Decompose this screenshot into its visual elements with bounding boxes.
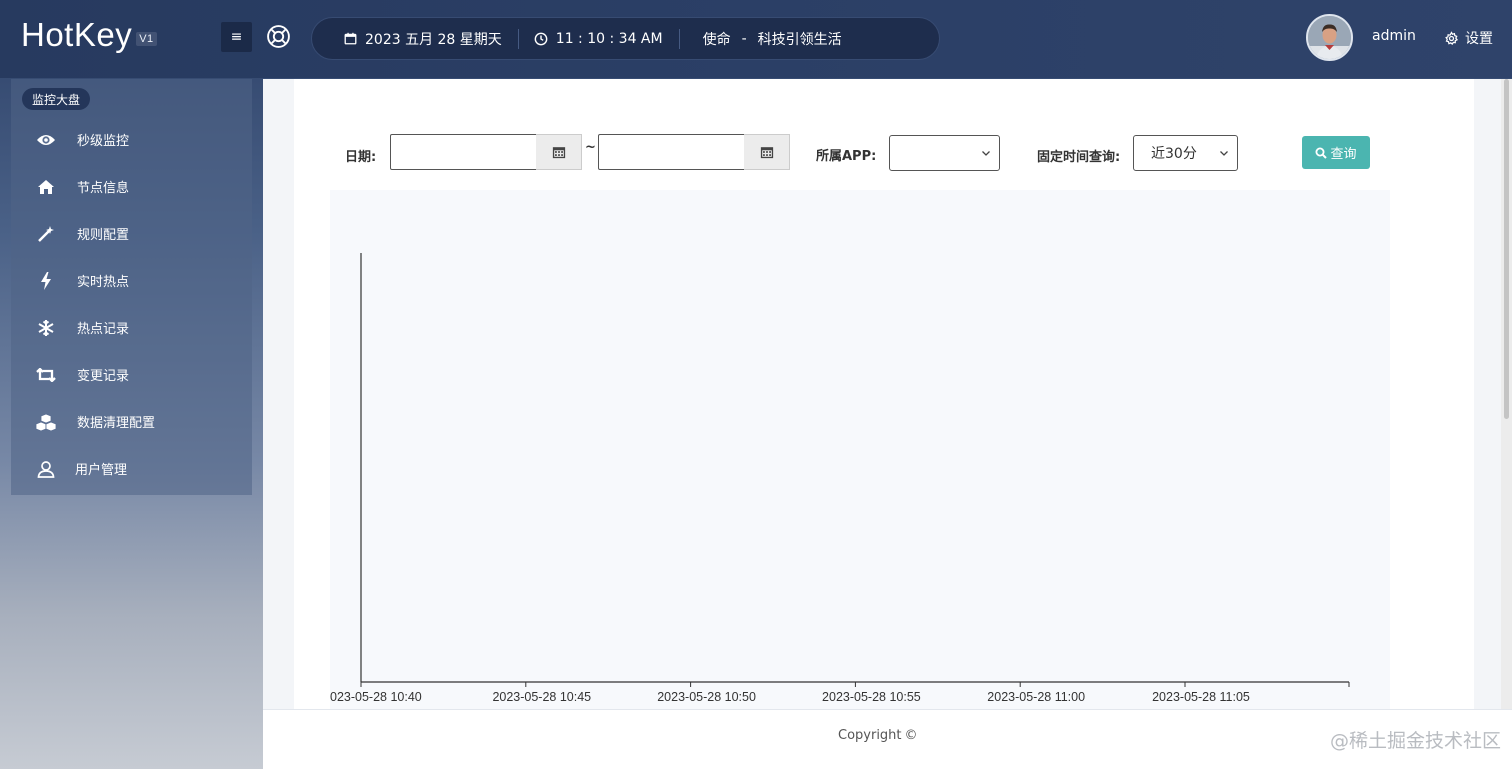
app-select[interactable]	[889, 135, 1000, 171]
version-badge: V1	[136, 32, 157, 46]
username-label[interactable]: admin	[1372, 28, 1416, 44]
sidebar-item-label: 实时热点	[77, 275, 130, 290]
x-tick-label: 2023-05-28 10:50	[657, 690, 756, 704]
clock-icon	[534, 32, 548, 45]
avatar-image	[1308, 16, 1351, 59]
sidebar-item-data-cleanup[interactable]: 数据清理配置	[11, 398, 252, 445]
sidebar-item-label: 规则配置	[77, 228, 130, 243]
sidebar-item-user-management[interactable]: 用户管理	[11, 445, 252, 492]
user-icon	[34, 457, 58, 481]
sidebar-item-label: 节点信息	[77, 181, 130, 196]
time-text: 11 : 10 : 34 AM	[555, 30, 663, 47]
sidebar-item-label: 热点记录	[77, 322, 130, 337]
settings-label: 设置	[1465, 31, 1493, 47]
settings-button[interactable]: 设置	[1444, 28, 1493, 48]
app-label: 所属APP:	[816, 149, 877, 164]
calendar-icon	[344, 32, 357, 45]
x-tick-label: 2023-05-28 10:55	[822, 690, 921, 704]
search-icon	[1315, 147, 1328, 159]
calendar-icon	[760, 147, 773, 159]
start-date-picker-button[interactable]	[536, 134, 582, 170]
date-label: 日期:	[345, 150, 377, 165]
lightning-icon	[34, 269, 58, 293]
sidebar-item-label: 用户管理	[75, 463, 128, 478]
x-tick-label: 2023-05-28 11:00	[987, 690, 1085, 704]
sidebar-item-realtime-hotspot[interactable]: 实时热点	[11, 257, 252, 304]
sidebar-item-change-records[interactable]: 变更记录	[11, 351, 252, 398]
watermark: @稀土掘金技术社区	[1330, 730, 1502, 752]
top-bar: HotKey V1 ≡ 2023 五月 28 星期天 11 : 10 : 34 A…	[0, 0, 1512, 78]
end-date-picker-button[interactable]	[744, 134, 790, 170]
help-button[interactable]	[266, 24, 291, 49]
query-button[interactable]: 查询	[1302, 136, 1370, 169]
scrollbar-thumb[interactable]	[1504, 79, 1509, 419]
date-range-separator: ~	[585, 140, 596, 155]
fixed-time-value: 近30分	[1151, 146, 1197, 162]
menu-icon: ≡	[230, 29, 243, 45]
magic-wand-icon	[34, 222, 58, 246]
sidebar-item-node-info[interactable]: 节点信息	[11, 163, 252, 210]
start-date-input[interactable]	[390, 134, 537, 170]
time-display: 11 : 10 : 34 AM	[519, 18, 679, 59]
home-icon	[34, 175, 58, 199]
retweet-icon	[34, 363, 58, 387]
sidebar: 监控大盘 秒级监控 节点信息 规则配置 实时热点 热点记录 变更记录 数据清理配…	[11, 79, 252, 495]
copyright-icon: ©	[904, 728, 918, 743]
vertical-scrollbar[interactable]	[1501, 79, 1512, 709]
sidebar-toggle-button[interactable]: ≡	[221, 22, 252, 52]
copyright-label: Copyright	[838, 728, 902, 743]
x-axis-ticks: 023-05-28 10:40 2023-05-28 10:45 2023-05-2…	[330, 682, 1350, 704]
end-date-input[interactable]	[598, 134, 745, 170]
logo-text: HotKey	[21, 16, 133, 53]
fixed-time-label: 固定时间查询:	[1037, 150, 1121, 165]
cubes-icon	[34, 410, 58, 434]
date-text: 2023 五月 28 星期天	[365, 31, 502, 48]
chart-area: 023-05-28 10:40 2023-05-28 10:45 2023-05-2…	[330, 190, 1390, 710]
chevron-down-icon	[982, 151, 990, 156]
lifebuoy-icon	[267, 25, 290, 48]
sidebar-item-rule-config[interactable]: 规则配置	[11, 210, 252, 257]
query-label: 查询	[1330, 147, 1357, 162]
snowflake-icon	[34, 316, 58, 340]
app-logo[interactable]: HotKey V1	[21, 16, 157, 54]
gear-icon	[1445, 30, 1459, 45]
x-tick-label: 023-05-28 10:40	[330, 690, 422, 704]
x-tick-label: 2023-05-28 10:45	[492, 690, 591, 704]
sidebar-item-label: 数据清理配置	[77, 416, 156, 431]
fixed-time-select[interactable]: 近30分	[1133, 135, 1238, 171]
motto-label: 使命	[702, 31, 731, 48]
sidebar-item-hotspot-records[interactable]: 热点记录	[11, 304, 252, 351]
sidebar-header[interactable]: 监控大盘	[22, 88, 91, 110]
date-display: 2023 五月 28 星期天	[312, 18, 518, 59]
info-bar: 2023 五月 28 星期天 11 : 10 : 34 AM 使命 - 科技引领…	[311, 17, 940, 60]
sidebar-item-label: 秒级监控	[77, 134, 130, 149]
calendar-icon	[552, 147, 565, 159]
motto-display: 使命 - 科技引领生活	[680, 18, 842, 59]
x-tick-label: 2023-05-28 11:05	[1152, 690, 1250, 704]
chevron-down-icon	[1220, 151, 1228, 156]
eye-icon	[34, 128, 58, 152]
sidebar-item-second-monitor[interactable]: 秒级监控	[11, 116, 252, 163]
sidebar-item-label: 变更记录	[77, 369, 130, 384]
avatar[interactable]	[1306, 14, 1353, 61]
motto-dash: -	[741, 30, 747, 47]
motto-text: 科技引领生活	[757, 31, 842, 48]
line-chart: 023-05-28 10:40 2023-05-28 10:45 2023-05-2…	[330, 253, 1350, 704]
copyright-text: Copyright ©	[838, 728, 918, 743]
